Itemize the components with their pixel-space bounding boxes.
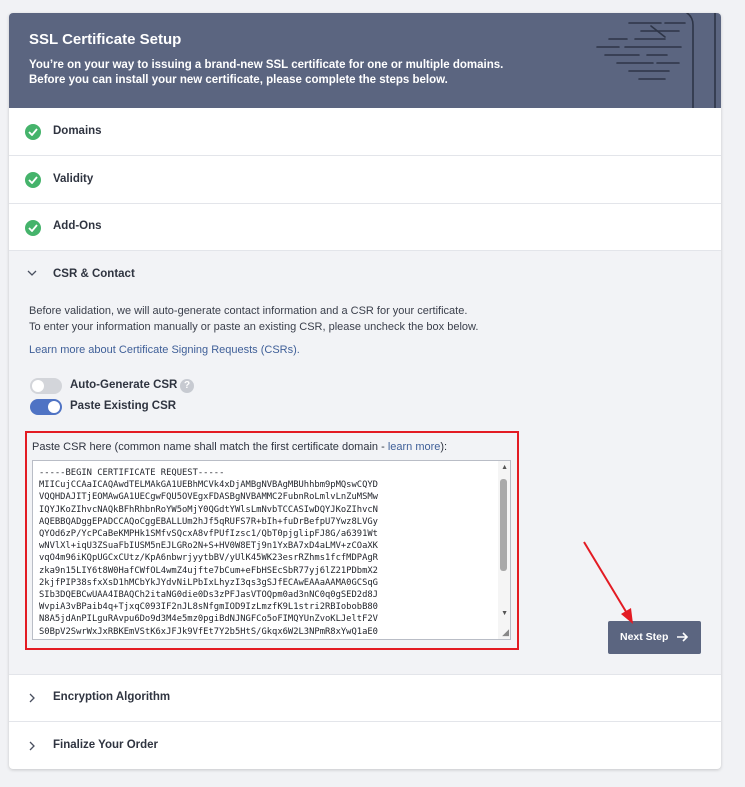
annotation-arrow-icon	[583, 541, 633, 624]
